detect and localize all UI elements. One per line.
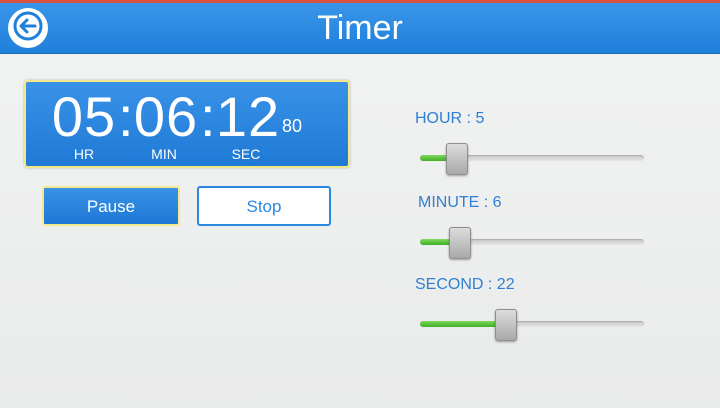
separator: : xyxy=(118,85,135,148)
minute-slider-label: MINUTE : 6 xyxy=(418,194,502,211)
hours-value: 05 xyxy=(51,85,117,148)
second-slider[interactable] xyxy=(420,309,644,341)
sec-label: SEC xyxy=(231,146,261,162)
minute-slider[interactable] xyxy=(420,227,644,259)
second-slider-thumb[interactable] xyxy=(495,309,518,341)
hour-slider-thumb[interactable] xyxy=(445,143,468,175)
stop-button[interactable]: Stop xyxy=(197,186,331,226)
min-label: MIN xyxy=(151,146,177,162)
centiseconds-value: 80 xyxy=(282,116,303,136)
second-slider-fill xyxy=(420,321,507,327)
time-digits: 05:06:12 xyxy=(50,86,282,148)
app-header: Timer xyxy=(0,0,720,54)
hour-slider[interactable] xyxy=(420,143,644,175)
minutes-value: 06 xyxy=(133,85,199,148)
time-display: 05:06:12 80 HR MIN SEC xyxy=(24,80,350,168)
second-slider-label: SECOND : 22 xyxy=(415,276,515,293)
minute-slider-thumb[interactable] xyxy=(448,227,471,259)
pause-button[interactable]: Pause xyxy=(42,186,180,226)
page-title: Timer xyxy=(317,9,403,47)
separator: : xyxy=(200,85,217,148)
seconds-value: 12 xyxy=(215,85,281,148)
hour-slider-label: HOUR : 5 xyxy=(415,110,485,127)
hr-label: HR xyxy=(73,146,95,162)
